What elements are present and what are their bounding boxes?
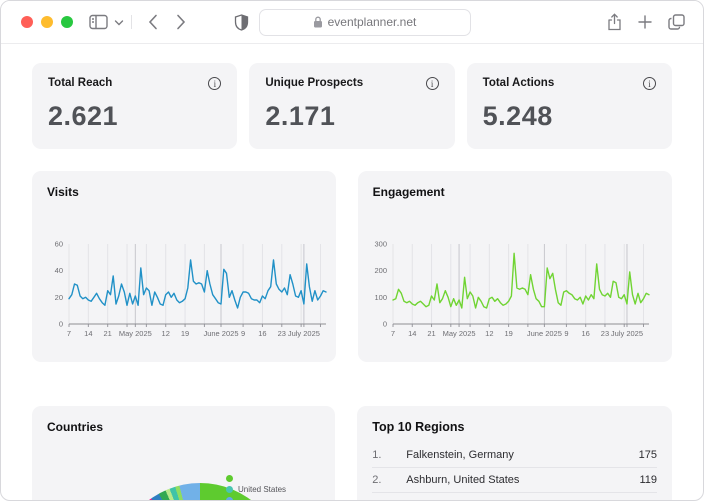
svg-text:July 2025: July 2025: [611, 329, 643, 338]
stat-value: 2.171: [265, 101, 336, 131]
svg-text:20: 20: [55, 293, 63, 302]
svg-text:21: 21: [427, 329, 435, 338]
chart-title: Visits: [47, 185, 79, 199]
new-tab-icon[interactable]: [638, 15, 652, 29]
region-list: 1. Falkenstein, Germany 175 2. Ashburn, …: [372, 443, 657, 500]
zoom-window-button[interactable]: [61, 16, 73, 28]
browser-window: eventplanner.net Total Reach i 2.621 Uni…: [0, 0, 704, 501]
svg-text:23: 23: [600, 329, 608, 338]
chart-title: Countries: [47, 420, 104, 434]
share-icon[interactable]: [607, 13, 622, 31]
info-icon[interactable]: i: [642, 77, 656, 90]
engagement-chart-card: 7 14 21 May 2025 12 19 June 2025 9 16 23 July 2025…: [357, 171, 672, 362]
svg-text:19: 19: [504, 329, 512, 338]
svg-text:June 2025: June 2025: [203, 329, 238, 338]
forward-button[interactable]: [176, 14, 186, 30]
svg-text:12: 12: [162, 329, 170, 338]
legend-dot: [226, 497, 233, 500]
stat-label: Total Reach: [48, 77, 113, 89]
chevron-down-icon[interactable]: [114, 19, 124, 26]
browser-toolbar: eventplanner.net: [1, 1, 703, 44]
regions-title: Top 10 Regions: [372, 420, 465, 434]
svg-text:19: 19: [181, 329, 189, 338]
stat-card-total-actions: Total Actions i 5.248: [466, 63, 672, 149]
svg-text:9: 9: [564, 329, 568, 338]
svg-text:60: 60: [55, 240, 63, 249]
svg-text:100: 100: [374, 293, 387, 302]
toolbar-divider: [131, 15, 132, 29]
legend-dot: [226, 486, 233, 493]
svg-text:0: 0: [382, 320, 386, 329]
toolbar-right-group: [607, 13, 685, 31]
minimize-window-button[interactable]: [41, 16, 53, 28]
visits-chart-card: 7 14 21 May 2025 12 19 June 2025 9 16 23 July 2025…: [32, 171, 336, 362]
svg-text:12: 12: [485, 329, 493, 338]
svg-text:July 2025: July 2025: [288, 329, 320, 338]
stat-value: 5.248: [482, 101, 553, 131]
svg-text:7: 7: [67, 329, 71, 338]
info-icon[interactable]: i: [425, 77, 439, 90]
legend-item: [226, 497, 286, 500]
svg-text:200: 200: [374, 266, 387, 275]
table-row: 3. Oud-Turnhout, Belgium 83: [372, 493, 657, 500]
svg-text:7: 7: [391, 329, 395, 338]
svg-text:300: 300: [374, 240, 387, 249]
legend-dot: [226, 475, 233, 482]
svg-text:June 2025: June 2025: [526, 329, 561, 338]
charts-row: 7 14 21 May 2025 12 19 June 2025 9 16 23 July 2025…: [32, 171, 672, 362]
info-icon[interactable]: i: [208, 77, 222, 90]
dashboard-content: Total Reach i 2.621 Unique Prospects i 2…: [1, 63, 703, 500]
address-bar[interactable]: eventplanner.net: [258, 8, 471, 36]
pie-legend: United States: [226, 475, 286, 500]
svg-text:14: 14: [84, 329, 92, 338]
engagement-line-chart: 7 14 21 May 2025 12 19 June 2025 9 16 23 July 2025…: [374, 240, 650, 338]
svg-text:9: 9: [241, 329, 245, 338]
chart-title: Engagement: [372, 185, 445, 199]
countries-card: Countries United States: [32, 406, 336, 500]
svg-text:14: 14: [408, 329, 416, 338]
svg-text:40: 40: [55, 266, 63, 275]
visits-line-chart: 7 14 21 May 2025 12 19 June 2025 9 16 23 July 2025…: [55, 240, 327, 338]
svg-text:16: 16: [258, 329, 266, 338]
nav-group: [89, 14, 195, 30]
stat-card-total-reach: Total Reach i 2.621: [32, 63, 238, 149]
svg-text:May 2025: May 2025: [119, 329, 152, 338]
traffic-lights: [21, 16, 73, 28]
table-row: 2. Ashburn, United States 119: [372, 468, 657, 493]
stat-label: Total Actions: [482, 77, 555, 89]
svg-text:23: 23: [278, 329, 286, 338]
url-host: eventplanner.net: [327, 15, 417, 29]
stats-row: Total Reach i 2.621 Unique Prospects i 2…: [32, 63, 672, 149]
legend-item: United States: [226, 485, 286, 494]
privacy-shield-icon[interactable]: [234, 13, 249, 31]
bottom-row: Countries United States Top 10 Regions 1…: [32, 406, 672, 500]
regions-card: Top 10 Regions 1. Falkenstein, Germany 1…: [357, 406, 672, 500]
close-window-button[interactable]: [21, 16, 33, 28]
svg-text:0: 0: [59, 320, 63, 329]
tab-overview-icon[interactable]: [668, 14, 685, 30]
lock-icon: [313, 16, 323, 28]
sidebar-icon[interactable]: [89, 14, 108, 30]
back-button[interactable]: [148, 14, 158, 30]
svg-text:21: 21: [104, 329, 112, 338]
table-row: 1. Falkenstein, Germany 175: [372, 443, 657, 468]
stat-value: 2.621: [48, 101, 119, 131]
svg-text:May 2025: May 2025: [442, 329, 475, 338]
legend-item: [226, 475, 286, 482]
svg-text:16: 16: [581, 329, 589, 338]
stat-label: Unique Prospects: [265, 77, 364, 89]
stat-card-unique-prospects: Unique Prospects i 2.171: [249, 63, 455, 149]
